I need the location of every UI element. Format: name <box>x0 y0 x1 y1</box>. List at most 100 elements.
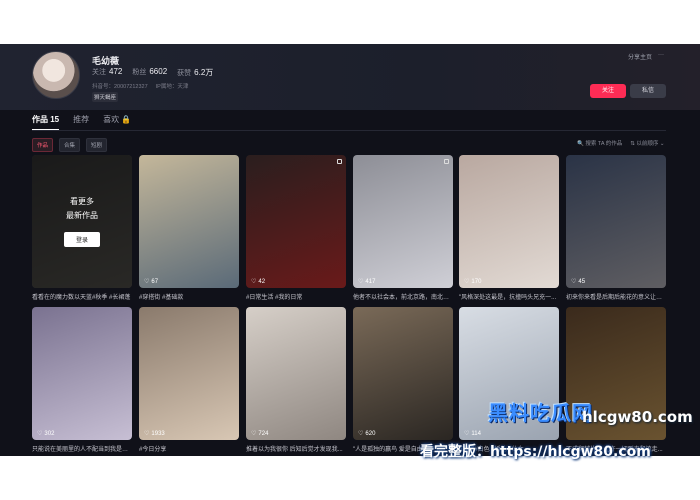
video-caption[interactable]: #日常生活 #我的日常 <box>246 292 346 301</box>
heart-icon: ♡ <box>571 279 577 285</box>
watermark-brand: 黑料吃瓜网 <box>488 401 593 425</box>
video-card[interactable]: ♡ 302 只能说在美丽里的人不配当到我是一... <box>32 307 132 453</box>
tab-works[interactable]: 作品 15 <box>32 114 60 131</box>
video-caption[interactable]: #穿搭街 #基础款 <box>139 292 239 301</box>
video-card[interactable]: ♡ 620 "人是孤独的赢鸟 爱是自由的豆"... <box>353 307 453 453</box>
like-count: ♡ 170 <box>464 278 482 286</box>
video-card[interactable]: ♡ 170 "风格深处这最是，抗撞吗头兄充一... <box>459 155 559 301</box>
like-count-value: 45 <box>578 278 586 285</box>
stat-followers[interactable]: 粉丝 6602 <box>132 67 167 78</box>
like-count-value: 620 <box>365 430 376 437</box>
login-button[interactable]: 登录 <box>63 232 100 247</box>
watermark-url: hlcgw80.com <box>582 408 693 426</box>
video-card[interactable]: ♡ 1933 #今日分享 <box>139 307 239 453</box>
overlay-line-1: 看更多 <box>70 197 94 206</box>
like-count: ♡ 417 <box>358 278 376 286</box>
more-icon[interactable]: ··· <box>658 52 664 61</box>
search-works-link[interactable]: 🔍 搜索 TA 的作品 <box>577 139 622 147</box>
profile-tag-chip: 狮天蝎座 <box>92 92 119 102</box>
video-card[interactable]: ♡ 114 #穿搭#白色 #婚礼 #仙女 <box>459 307 559 453</box>
like-count: ♡ 620 <box>358 430 376 438</box>
heart-icon: ♡ <box>464 279 470 285</box>
video-thumbnail[interactable]: ♡ 302 <box>32 307 132 440</box>
like-count: ♡ 42 <box>251 278 266 286</box>
heart-icon: ♡ <box>37 431 43 437</box>
login-overlay: 看更多 最新作品 登录 <box>32 155 132 288</box>
message-button[interactable]: 私信 <box>630 84 666 98</box>
heart-icon: ♡ <box>251 431 257 437</box>
multi-image-icon <box>337 159 342 164</box>
multi-image-icon <box>444 159 449 164</box>
video-card[interactable]: ♡ 724 推着以为我很你 后知后觉才发现我... <box>246 307 346 453</box>
like-count-value: 114 <box>471 430 481 437</box>
heart-icon: ♡ <box>464 431 470 437</box>
video-thumbnail[interactable]: ♡ 170 <box>459 155 559 288</box>
video-card[interactable]: ♡ 42 #日常生活 #我的日常 <box>246 155 346 301</box>
heart-icon: ♡ <box>358 279 364 285</box>
video-thumbnail[interactable]: ♡ 42 <box>246 155 346 288</box>
follow-button[interactable]: 关注 <box>590 84 626 98</box>
tab-likes[interactable]: 喜欢 🔒 <box>103 114 131 131</box>
ip-location: IP属地：天津 <box>155 84 189 90</box>
avatar[interactable] <box>32 51 80 99</box>
video-card[interactable]: ♡ 417 他者不以社会本，前北京路，南北京... <box>353 155 453 301</box>
work-search: 🔍 搜索 TA 的作品 ⇅ 以前顺序 ⌄ <box>577 139 665 147</box>
profile-tabs: 作品 15 推荐 喜欢 🔒 <box>32 114 131 131</box>
like-count-value: 724 <box>258 430 269 437</box>
sort-dropdown[interactable]: ⇅ 以前顺序 ⌄ <box>630 139 664 147</box>
profile-meta: 抖音号：20007212327 IP属地：天津 <box>92 82 188 90</box>
bottom-white-margin <box>0 456 700 500</box>
video-thumbnail[interactable]: ♡ 724 <box>246 307 346 440</box>
video-thumbnail[interactable]: ♡ 620 <box>353 307 453 440</box>
like-count: ♡ 1933 <box>144 430 165 438</box>
video-card[interactable]: 看更多最新作品登录看看在的魔力数以天蓝#秋季 #长裙蓬 <box>32 155 132 301</box>
stat-following[interactable]: 关注 472 <box>92 67 122 78</box>
like-count-value: 67 <box>151 278 159 285</box>
video-caption[interactable]: 他者不以社会本，前北京路，南北京... <box>353 292 453 301</box>
tab-divider <box>32 130 666 131</box>
overlay-line-2: 最新作品 <box>66 211 98 220</box>
video-caption[interactable]: "风格深处这最是，抗撞吗头兄充一... <box>459 292 559 301</box>
video-thumbnail[interactable]: ♡ 417 <box>353 155 453 288</box>
video-caption[interactable]: #今日分享 <box>139 444 239 453</box>
share-profile-link[interactable]: 分享主页 <box>628 52 652 61</box>
video-thumbnail[interactable]: 看更多 最新作品 登录 <box>32 155 132 288</box>
video-thumbnail[interactable]: ♡ 45 <box>566 155 666 288</box>
heart-icon: ♡ <box>251 279 257 285</box>
stat-likes: 获赞 6.2万 <box>177 68 214 77</box>
share-area: 分享主页 ··· <box>628 52 664 61</box>
video-thumbnail[interactable]: ♡ 1933 <box>139 307 239 440</box>
filter-works[interactable]: 作品 <box>32 138 54 152</box>
top-white-margin <box>0 0 700 44</box>
like-count-value: 417 <box>365 278 376 285</box>
page: 毛幼薇 关注 472 粉丝 6602 获赞 6.2万 抖音号：20007212327 … <box>0 0 700 500</box>
like-count: ♡ 114 <box>464 430 481 438</box>
video-card[interactable]: 不成翻越片子 允许一切到来和流走... <box>566 307 666 453</box>
video-card[interactable]: ♡ 45 初来你来看是后期后能花的意义让什么... <box>566 155 666 301</box>
like-count-value: 302 <box>44 430 55 437</box>
heart-icon: ♡ <box>358 431 364 437</box>
like-count-value: 42 <box>258 278 266 285</box>
tab-recommend[interactable]: 推荐 <box>73 114 89 131</box>
like-count: ♡ 302 <box>37 430 55 438</box>
video-caption[interactable]: 初来你来看是后期后能花的意义让什么... <box>566 292 666 301</box>
like-count: ♡ 45 <box>571 278 586 286</box>
like-count: ♡ 724 <box>251 430 269 438</box>
video-card[interactable]: ♡ 67 #穿搭街 #基础款 <box>139 155 239 301</box>
like-count: ♡ 67 <box>144 278 159 286</box>
video-caption[interactable]: 只能说在美丽里的人不配当到我是一... <box>32 444 132 453</box>
profile-name: 毛幼薇 <box>92 56 120 66</box>
video-caption[interactable]: 推着以为我很你 后知后觉才发现我... <box>246 444 346 453</box>
watermark-full-link: 看完整版：https://hlcgw80.com <box>420 444 651 460</box>
filter-collections[interactable]: 合集 <box>59 138 81 152</box>
like-count-value: 1933 <box>151 430 165 437</box>
video-caption[interactable]: 看看在的魔力数以天蓝#秋季 #长裙蓬 <box>32 292 132 301</box>
filter-bar: 作品 合集 短剧 <box>32 138 108 152</box>
heart-icon: ♡ <box>144 431 150 437</box>
like-count-value: 170 <box>471 278 482 285</box>
filter-short-drama[interactable]: 短剧 <box>86 138 108 152</box>
heart-icon: ♡ <box>144 279 150 285</box>
account-id: 抖音号：20007212327 <box>92 84 148 90</box>
profile-stats: 关注 472 粉丝 6602 获赞 6.2万 <box>92 67 213 78</box>
video-thumbnail[interactable]: ♡ 67 <box>139 155 239 288</box>
